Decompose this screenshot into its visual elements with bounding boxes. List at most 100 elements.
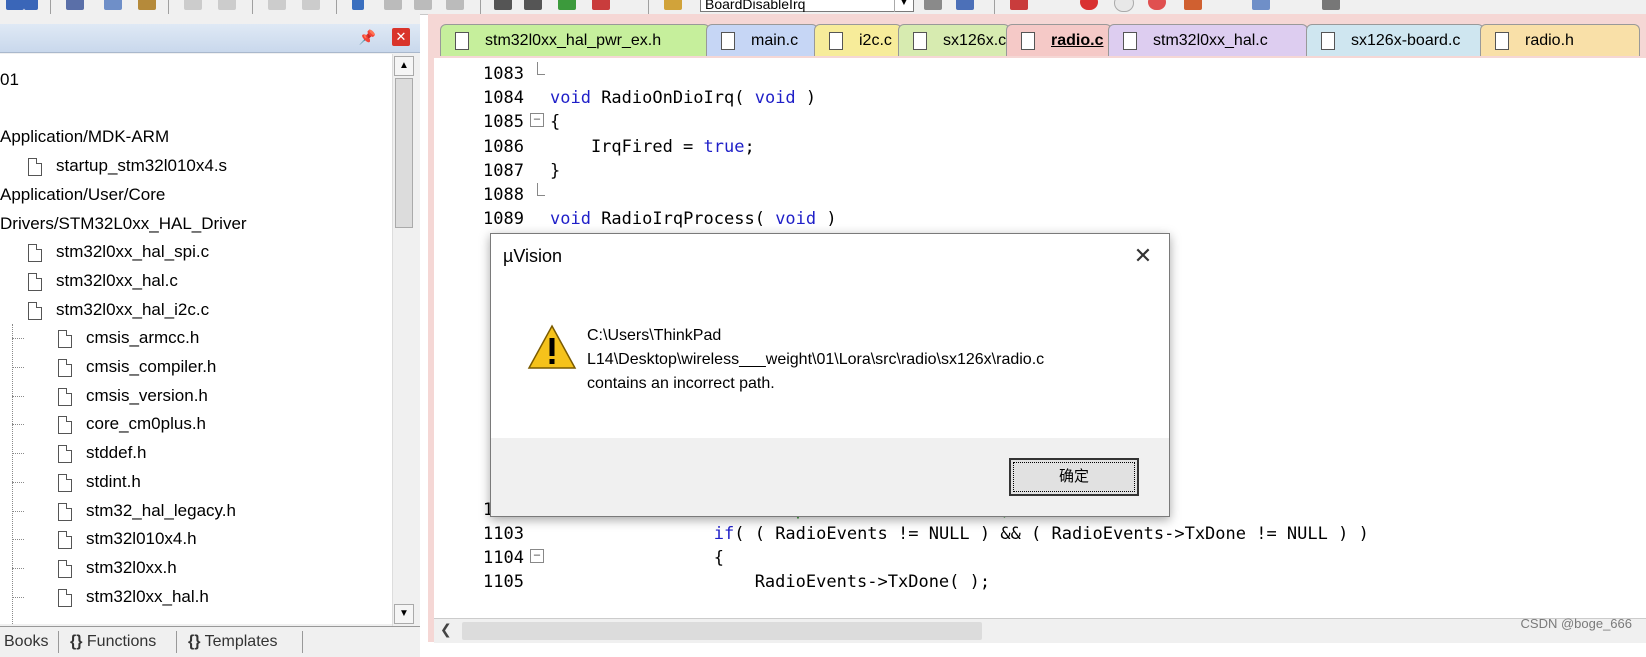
scroll-thumb[interactable] <box>395 78 413 228</box>
tree-item-label: cmsis_version.h <box>86 385 208 405</box>
tab-templates[interactable]: {} Templates <box>188 633 278 651</box>
fold-collapse-icon[interactable]: − <box>530 113 544 128</box>
tab-separator <box>176 631 177 653</box>
code-text: { <box>550 110 560 134</box>
code-token: RadioOnDioIrq( <box>590 88 755 109</box>
prev-bookmark-icon[interactable] <box>384 0 402 10</box>
file-tab[interactable]: stm32l0xx_hal_pwr_ex.h <box>440 24 710 56</box>
tree-connector <box>12 324 13 624</box>
tree-connector <box>12 481 24 483</box>
comment-icon[interactable] <box>558 0 576 10</box>
close-icon[interactable]: ✕ <box>392 28 410 46</box>
uncomment-icon[interactable] <box>592 0 610 10</box>
debug-icon[interactable] <box>1010 0 1028 10</box>
undo-icon[interactable] <box>184 0 202 10</box>
file-tab[interactable]: radio.h <box>1480 24 1640 56</box>
code-token: ( ( RadioEvents != NULL ) && ( RadioEven… <box>734 523 1369 544</box>
tree-item-label: stdint.h <box>86 471 141 491</box>
file-icon <box>28 272 42 291</box>
file-tab-label: i2c.c <box>859 32 892 49</box>
code-line: 1085−{ <box>434 110 1646 134</box>
file-icon <box>913 32 927 50</box>
tree-item-label: stm32l0xx_hal.c <box>56 270 178 290</box>
paste-icon[interactable] <box>138 0 156 10</box>
save-all-icon[interactable] <box>6 0 24 10</box>
next-bookmark-icon[interactable] <box>414 0 432 10</box>
line-number: 1086 <box>483 136 524 157</box>
bookmark-icon[interactable] <box>352 0 364 10</box>
project-tree-scrollbar[interactable]: ▲ ▼ <box>392 54 415 626</box>
code-token: { <box>550 548 724 568</box>
code-token: { <box>550 112 561 133</box>
ok-button[interactable]: 确定 <box>1009 458 1139 496</box>
code-keyword: if <box>713 523 735 544</box>
code-token: ) <box>816 209 837 230</box>
nav-forward-icon[interactable] <box>302 0 320 10</box>
find-combo[interactable]: BoardDisableIrq <box>700 0 914 12</box>
hscroll-thumb[interactable] <box>462 622 982 640</box>
scroll-left-icon[interactable]: ❮ <box>440 621 452 638</box>
code-text: void RadioOnDioIrq( void ) <box>550 86 816 110</box>
error-dialog: µVision ✕ C:\Users\ThinkPad L14\Desktop\… <box>490 233 1170 517</box>
kill-breakpoints-icon[interactable] <box>1148 0 1166 10</box>
warning-icon <box>527 324 577 369</box>
breakpoint-icon[interactable] <box>1080 0 1098 10</box>
file-tab-label: main.c <box>751 32 799 49</box>
redo-icon[interactable] <box>218 0 236 10</box>
file-tab[interactable]: i2c.c <box>814 24 902 56</box>
file-tab[interactable]: stm32l0xx_hal.c <box>1108 24 1308 56</box>
tree-item-label: cmsis_compiler.h <box>86 357 217 376</box>
indent-icon[interactable] <box>494 0 512 10</box>
tree-item-label: stm32l0xx_hal_i2c.c <box>56 299 210 319</box>
tree-item-label: stm32l0xx_hal_spi.c <box>56 242 210 262</box>
code-text: IrqFired = true; <box>550 135 755 159</box>
toolbar-separator <box>168 0 169 14</box>
tab-functions[interactable]: {} Functions <box>70 633 156 651</box>
editor-hscrollbar[interactable]: ❮ <box>434 618 1646 643</box>
clear-bookmarks-icon[interactable] <box>446 0 464 10</box>
file-tab[interactable]: main.c <box>706 24 818 56</box>
code-token: ) <box>795 88 817 109</box>
chevron-down-icon[interactable]: ▼ <box>894 0 913 12</box>
find-icon[interactable] <box>956 0 974 10</box>
file-icon <box>1321 32 1335 50</box>
line-number: 1089 <box>483 209 524 230</box>
find-in-files-icon[interactable] <box>664 0 682 10</box>
window-layout-icon[interactable] <box>1252 0 1270 10</box>
file-tab-label: stm32l0xx_hal.c <box>1153 32 1268 49</box>
fold-collapse-icon[interactable]: − <box>530 549 544 563</box>
nav-back-icon[interactable] <box>268 0 286 10</box>
file-tab[interactable]: sx126x.c <box>898 24 1010 56</box>
tree-connector <box>12 395 24 397</box>
disable-breakpoint-icon[interactable] <box>1114 0 1134 12</box>
fold-end-marker <box>537 183 545 196</box>
tab-books[interactable]: Books <box>4 633 48 651</box>
dialog-message-line: contains an incorrect path. <box>587 375 775 392</box>
code-line: 1083 <box>434 62 1646 86</box>
clear-all-breakpoints-icon[interactable] <box>1184 0 1202 10</box>
file-tab[interactable]: sx126x-board.c <box>1306 24 1484 56</box>
scroll-down-icon[interactable]: ▼ <box>394 604 414 624</box>
tree-item-label: cmsis_armcc.h <box>86 328 200 348</box>
unindent-icon[interactable] <box>524 0 542 10</box>
file-icon <box>58 473 72 492</box>
code-line: 1103 if( ( RadioEvents != NULL ) && ( Ra… <box>434 522 1646 546</box>
file-tab[interactable]: radio.c <box>1006 24 1112 56</box>
code-keyword: true <box>703 136 745 157</box>
cut-icon[interactable] <box>66 0 84 10</box>
pin-icon[interactable]: 📌 <box>359 29 376 46</box>
code-token: } <box>550 160 561 181</box>
tree-connector <box>12 338 24 340</box>
file-tab-label: stm32l0xx_hal_pwr_ex.h <box>485 32 662 49</box>
close-icon[interactable]: ✕ <box>1131 244 1155 268</box>
file-tab-bar: stm32l0xx_hal_pwr_ex.h main.c i2c.c sx126x.… <box>428 20 1646 56</box>
main-toolbar: BoardDisableIrq ▼ <box>0 0 1646 15</box>
code-keyword: void <box>550 88 591 109</box>
file-icon <box>28 301 42 320</box>
copy-icon[interactable] <box>104 0 122 10</box>
file-icon <box>1021 32 1035 50</box>
scroll-up-icon[interactable]: ▲ <box>394 56 414 76</box>
save-icon[interactable] <box>24 0 38 10</box>
incremental-find-icon[interactable] <box>924 0 942 10</box>
configure-icon[interactable] <box>1322 0 1340 10</box>
